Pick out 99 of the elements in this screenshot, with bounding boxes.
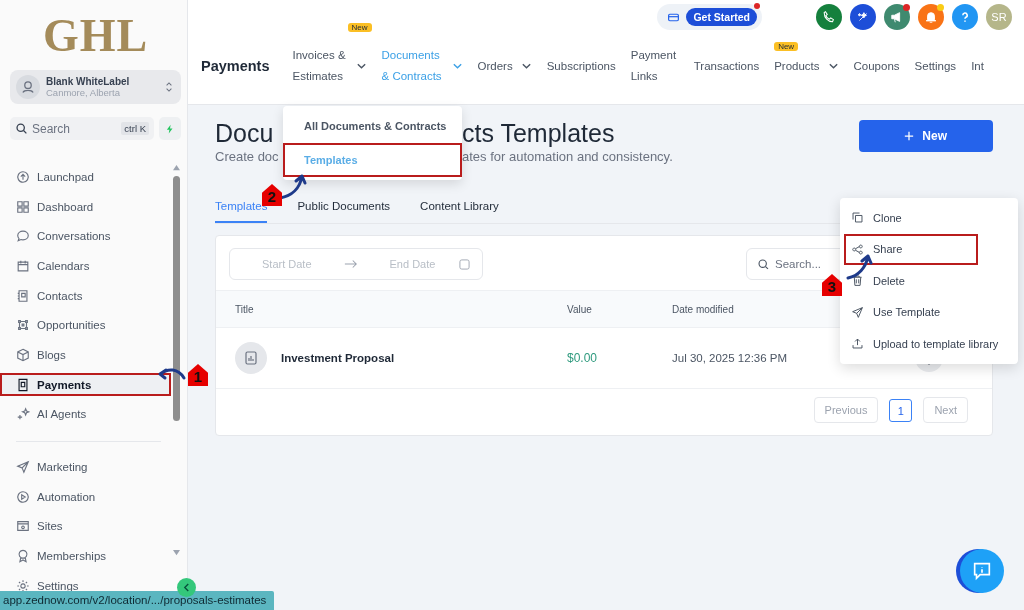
chat-bubble-icon (16, 229, 30, 244)
search-icon (15, 122, 28, 135)
trash-icon (851, 274, 864, 288)
phone-button[interactable] (816, 4, 842, 30)
sparkle-icon (16, 407, 30, 422)
sidebar-item[interactable]: Blogs (0, 343, 171, 367)
nav-tab[interactable]: Subscriptions (546, 55, 616, 77)
sidebar-item[interactable]: Memberships (0, 544, 171, 568)
help-button[interactable] (952, 4, 978, 30)
arrow-right-icon (343, 259, 358, 269)
table-cell-text: $0.00 (567, 351, 599, 365)
phone-icon (822, 10, 836, 24)
chat-info-icon (971, 560, 993, 582)
award-icon (16, 549, 30, 564)
contact-book-icon (16, 288, 30, 303)
upload-icon (851, 337, 864, 351)
bell-icon (924, 10, 938, 24)
step-marker: 2 (262, 184, 282, 206)
search-icon (757, 257, 770, 271)
logo: GHL (41, 12, 150, 60)
grid-icon (16, 199, 30, 214)
megaphone-button[interactable] (884, 4, 910, 30)
nav-tab[interactable]: Coupons (853, 55, 900, 77)
tab[interactable]: Content Library (420, 200, 499, 223)
page-title: Docu (215, 119, 275, 148)
search-field[interactable]: Search ctrl K (10, 117, 154, 140)
sidebar-item[interactable]: Calendars (0, 254, 171, 278)
share-icon (851, 242, 864, 256)
checkbox-icon[interactable] (459, 258, 471, 270)
cube-icon (16, 347, 30, 362)
table-cell-text: Jul 30, 2025 12:36 PM (672, 352, 789, 364)
sidebar-item[interactable]: Conversations (0, 224, 171, 248)
chevron-down-icon[interactable] (355, 62, 367, 70)
sidebar-item[interactable]: Sites (0, 514, 171, 538)
table-cell: Investment Proposal (281, 352, 395, 364)
link-preview-tooltip: app.zednow.com/v2/location/.../proposals-estimates (0, 591, 275, 610)
nav-tab[interactable]: Transactions (693, 55, 760, 77)
page-title: cts Templates (462, 119, 615, 148)
step-marker: 1 (188, 364, 208, 386)
sidebar-item[interactable]: Marketing (0, 455, 171, 479)
chevron-down-icon[interactable] (520, 62, 532, 70)
browser-icon (16, 519, 30, 534)
bell-button[interactable] (918, 4, 944, 30)
sidebar-item[interactable]: Opportunities (0, 313, 171, 337)
sidebar-item[interactable]: Launchpad (0, 165, 171, 189)
new-badge: New (774, 41, 799, 51)
account-location: Canmore, Alberta (46, 87, 121, 98)
chevron-updown-icon (165, 80, 173, 94)
get-started-button[interactable]: Get Started (686, 8, 757, 26)
column-header: Date modified (672, 303, 734, 315)
sidebar-item[interactable]: Automation (0, 485, 171, 509)
sidebar-item[interactable]: AI Agents (0, 402, 171, 426)
nav-tab[interactable]: Products (774, 55, 820, 77)
plus-icon (904, 131, 915, 141)
nav-tab[interactable]: Invoices & Estimates (292, 45, 348, 87)
column-header: Title (235, 303, 255, 315)
notification-dot (903, 4, 910, 11)
page-subtitle: Create doc (215, 149, 280, 164)
nav-tab[interactable]: Int (971, 55, 984, 77)
chevron-down-icon[interactable] (827, 62, 839, 70)
copy-icon (851, 211, 864, 225)
chart-document-icon (235, 342, 267, 374)
menu-item[interactable]: Use Template (844, 296, 1014, 328)
menu-item[interactable]: Share (844, 233, 978, 265)
menu-item[interactable]: Clone (844, 202, 1014, 234)
page-subtitle: ates for automation and consistency. (462, 149, 673, 164)
page-number[interactable]: 1 (889, 399, 913, 422)
ai-sparkle-button[interactable] (850, 4, 876, 30)
calendar-icon (16, 258, 30, 273)
section-title: Payments (201, 58, 270, 74)
new-badge: New (347, 23, 372, 32)
new-button[interactable]: New (859, 120, 993, 152)
send-icon (16, 460, 30, 475)
menu-item[interactable]: All Documents & Contracts (283, 109, 462, 143)
nav-tab[interactable]: Settings (914, 55, 957, 77)
notification-dot (937, 4, 944, 11)
avatar-icon (16, 75, 40, 99)
chevron-left-icon (183, 583, 190, 592)
sidebar-item[interactable]: Contacts (0, 284, 171, 308)
nav-tab[interactable]: Orders (477, 55, 513, 77)
gear-icon (16, 578, 30, 593)
scrollbar-thumb[interactable] (172, 176, 180, 421)
annotation-arrow (846, 252, 874, 282)
nav-tab[interactable]: Payment Links (630, 45, 679, 87)
column-header: Value (567, 303, 593, 315)
search-placeholder: Search (32, 121, 72, 136)
get-started-pill[interactable]: Get Started (657, 4, 762, 30)
network-icon (16, 318, 30, 333)
tab[interactable]: Public Documents (297, 200, 391, 223)
account-switcher[interactable]: Blank WhiteLabel Canmore, Alberta (10, 70, 181, 104)
sidebar-item[interactable]: Dashboard (0, 195, 171, 219)
sidebar-item[interactable]: Payments (0, 373, 171, 397)
notification-dot (754, 3, 760, 9)
account-name: Blank WhiteLabel (46, 76, 131, 87)
chat-help-button[interactable] (960, 549, 1004, 593)
send-icon (851, 305, 864, 319)
menu-item[interactable]: Upload to template library (844, 328, 1014, 360)
shortcut-hint: ctrl K (121, 122, 149, 135)
chevron-down-icon[interactable] (451, 62, 463, 70)
